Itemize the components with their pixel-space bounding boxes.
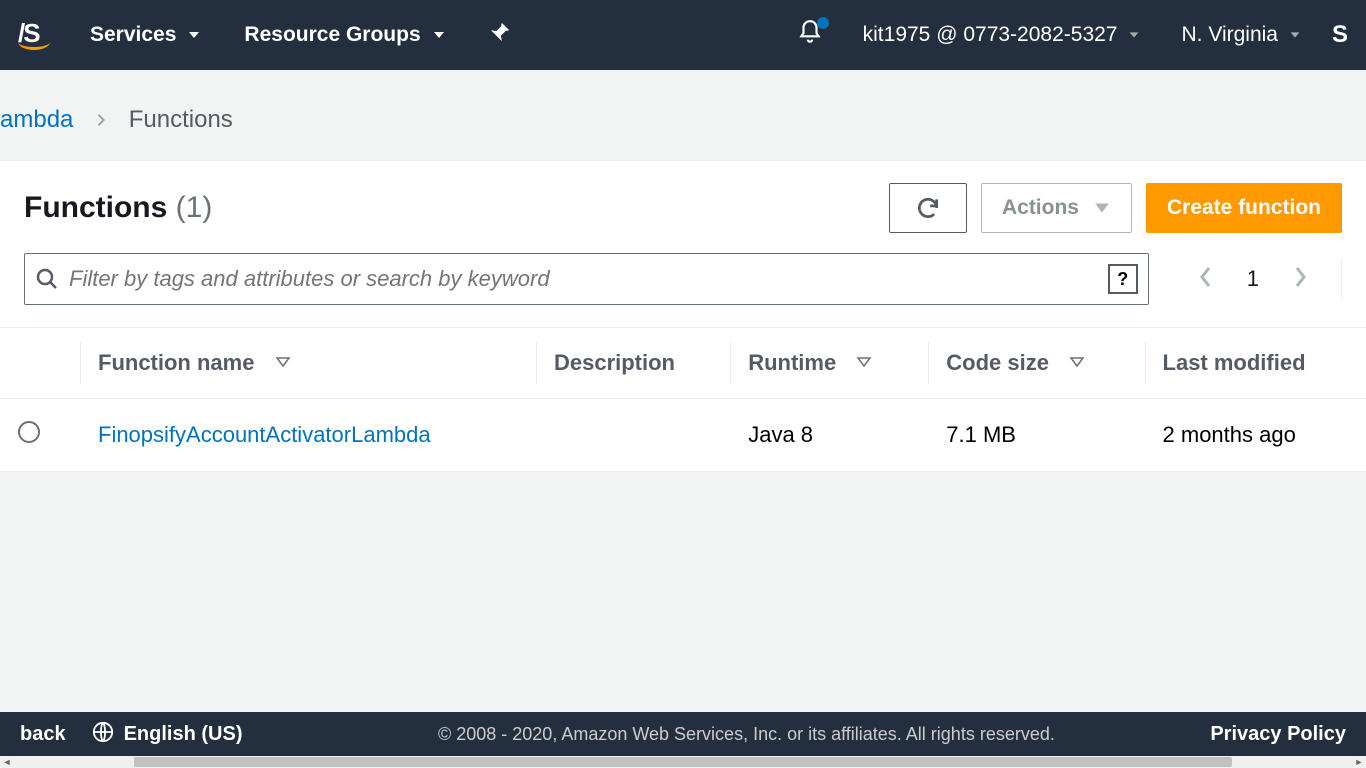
copyright-text: © 2008 - 2020, Amazon Web Services, Inc.… xyxy=(282,724,1210,745)
services-label: Services xyxy=(90,23,176,47)
resource-groups-label: Resource Groups xyxy=(244,23,420,47)
horizontal-scrollbar[interactable]: ◄ ► xyxy=(0,756,1366,768)
title-text: Functions xyxy=(24,191,167,224)
support-menu-partial[interactable]: S xyxy=(1332,21,1348,49)
sort-icon xyxy=(1069,350,1085,376)
account-label: kit1975 @ 0773-2082-5327 xyxy=(863,23,1118,47)
scroll-right-arrow[interactable]: ► xyxy=(1352,757,1366,767)
col-code-size[interactable]: Code size xyxy=(928,328,1144,399)
actions-label: Actions xyxy=(1002,196,1079,220)
col-size-label: Code size xyxy=(946,350,1049,375)
scroll-thumb[interactable] xyxy=(134,757,1231,767)
resource-groups-menu[interactable]: Resource Groups xyxy=(244,23,446,47)
next-page-button[interactable] xyxy=(1279,265,1321,294)
region-menu[interactable]: N. Virginia xyxy=(1181,23,1302,47)
caret-down-icon xyxy=(1093,199,1111,217)
account-menu[interactable]: kit1975 @ 0773-2082-5327 xyxy=(863,23,1142,47)
sort-icon xyxy=(275,350,291,376)
table-row[interactable]: FinopsifyAccountActivatorLambda Java 8 7… xyxy=(0,399,1366,472)
col-modified-label: Last modified xyxy=(1163,350,1306,375)
cell-description xyxy=(536,399,730,472)
chevron-left-icon xyxy=(1197,265,1215,289)
search-pager-row: ? 1 xyxy=(24,253,1342,305)
col-desc-label: Description xyxy=(554,350,675,375)
row-select-radio[interactable] xyxy=(18,421,40,443)
services-menu[interactable]: Services xyxy=(90,23,202,47)
search-icon xyxy=(35,267,59,291)
cell-runtime: Java 8 xyxy=(730,399,928,472)
top-nav-bar: /S Services Resource Groups kit1975 @ 07… xyxy=(0,0,1366,70)
pagination: 1 xyxy=(1185,259,1342,299)
notification-dot xyxy=(817,17,829,29)
col-function-name[interactable]: Function name xyxy=(80,328,536,399)
create-function-label: Create function xyxy=(1167,196,1321,220)
chevron-down-icon xyxy=(1288,28,1302,42)
cell-code-size: 7.1 MB xyxy=(928,399,1144,472)
functions-table: Function name Description Runtime Code s… xyxy=(0,327,1366,471)
globe-icon xyxy=(92,721,114,748)
create-function-button[interactable]: Create function xyxy=(1146,183,1342,233)
search-box[interactable]: ? xyxy=(24,253,1149,305)
col-runtime[interactable]: Runtime xyxy=(730,328,928,399)
pin-icon[interactable] xyxy=(489,21,511,49)
breadcrumb-lambda-link[interactable]: ambda xyxy=(0,106,73,133)
chevron-down-icon xyxy=(186,27,202,43)
scroll-left-arrow[interactable]: ◄ xyxy=(0,757,14,767)
breadcrumb-current: Functions xyxy=(129,106,233,133)
title-count: (1) xyxy=(176,191,213,224)
page-title: Functions (1) xyxy=(24,191,212,225)
chevron-right-icon xyxy=(1291,265,1309,289)
col-description[interactable]: Description xyxy=(536,328,730,399)
functions-panel: Functions (1) Actions Create function ? … xyxy=(0,160,1366,472)
actions-button[interactable]: Actions xyxy=(981,183,1132,233)
cell-last-modified: 2 months ago xyxy=(1145,399,1366,472)
notifications-button[interactable] xyxy=(797,19,823,51)
col-name-label: Function name xyxy=(98,350,254,375)
col-last-modified[interactable]: Last modified xyxy=(1145,328,1366,399)
function-name-link[interactable]: FinopsifyAccountActivatorLambda xyxy=(98,422,431,447)
scroll-track[interactable] xyxy=(14,756,1352,768)
refresh-icon xyxy=(915,195,941,221)
chevron-right-icon xyxy=(94,106,115,133)
feedback-link[interactable]: back xyxy=(20,723,66,746)
breadcrumb: ambda Functions xyxy=(0,70,1366,160)
chevron-down-icon xyxy=(1127,28,1141,42)
privacy-policy-link[interactable]: Privacy Policy xyxy=(1210,723,1346,746)
sort-icon xyxy=(856,350,872,376)
refresh-button[interactable] xyxy=(889,183,967,233)
prev-page-button[interactable] xyxy=(1185,265,1227,294)
language-selector[interactable]: English (US) xyxy=(124,723,243,746)
search-input[interactable] xyxy=(59,266,1108,292)
region-label: N. Virginia xyxy=(1181,23,1278,47)
pager-divider xyxy=(1341,259,1342,299)
chevron-down-icon xyxy=(431,27,447,43)
page-number: 1 xyxy=(1247,266,1259,292)
search-help-button[interactable]: ? xyxy=(1108,264,1138,294)
footer-bar: back English (US) © 2008 - 2020, Amazon … xyxy=(0,712,1366,756)
aws-logo[interactable]: /S xyxy=(18,20,50,50)
col-runtime-label: Runtime xyxy=(748,350,836,375)
panel-header: Functions (1) Actions Create function xyxy=(24,183,1342,233)
table-header-row: Function name Description Runtime Code s… xyxy=(0,328,1366,399)
